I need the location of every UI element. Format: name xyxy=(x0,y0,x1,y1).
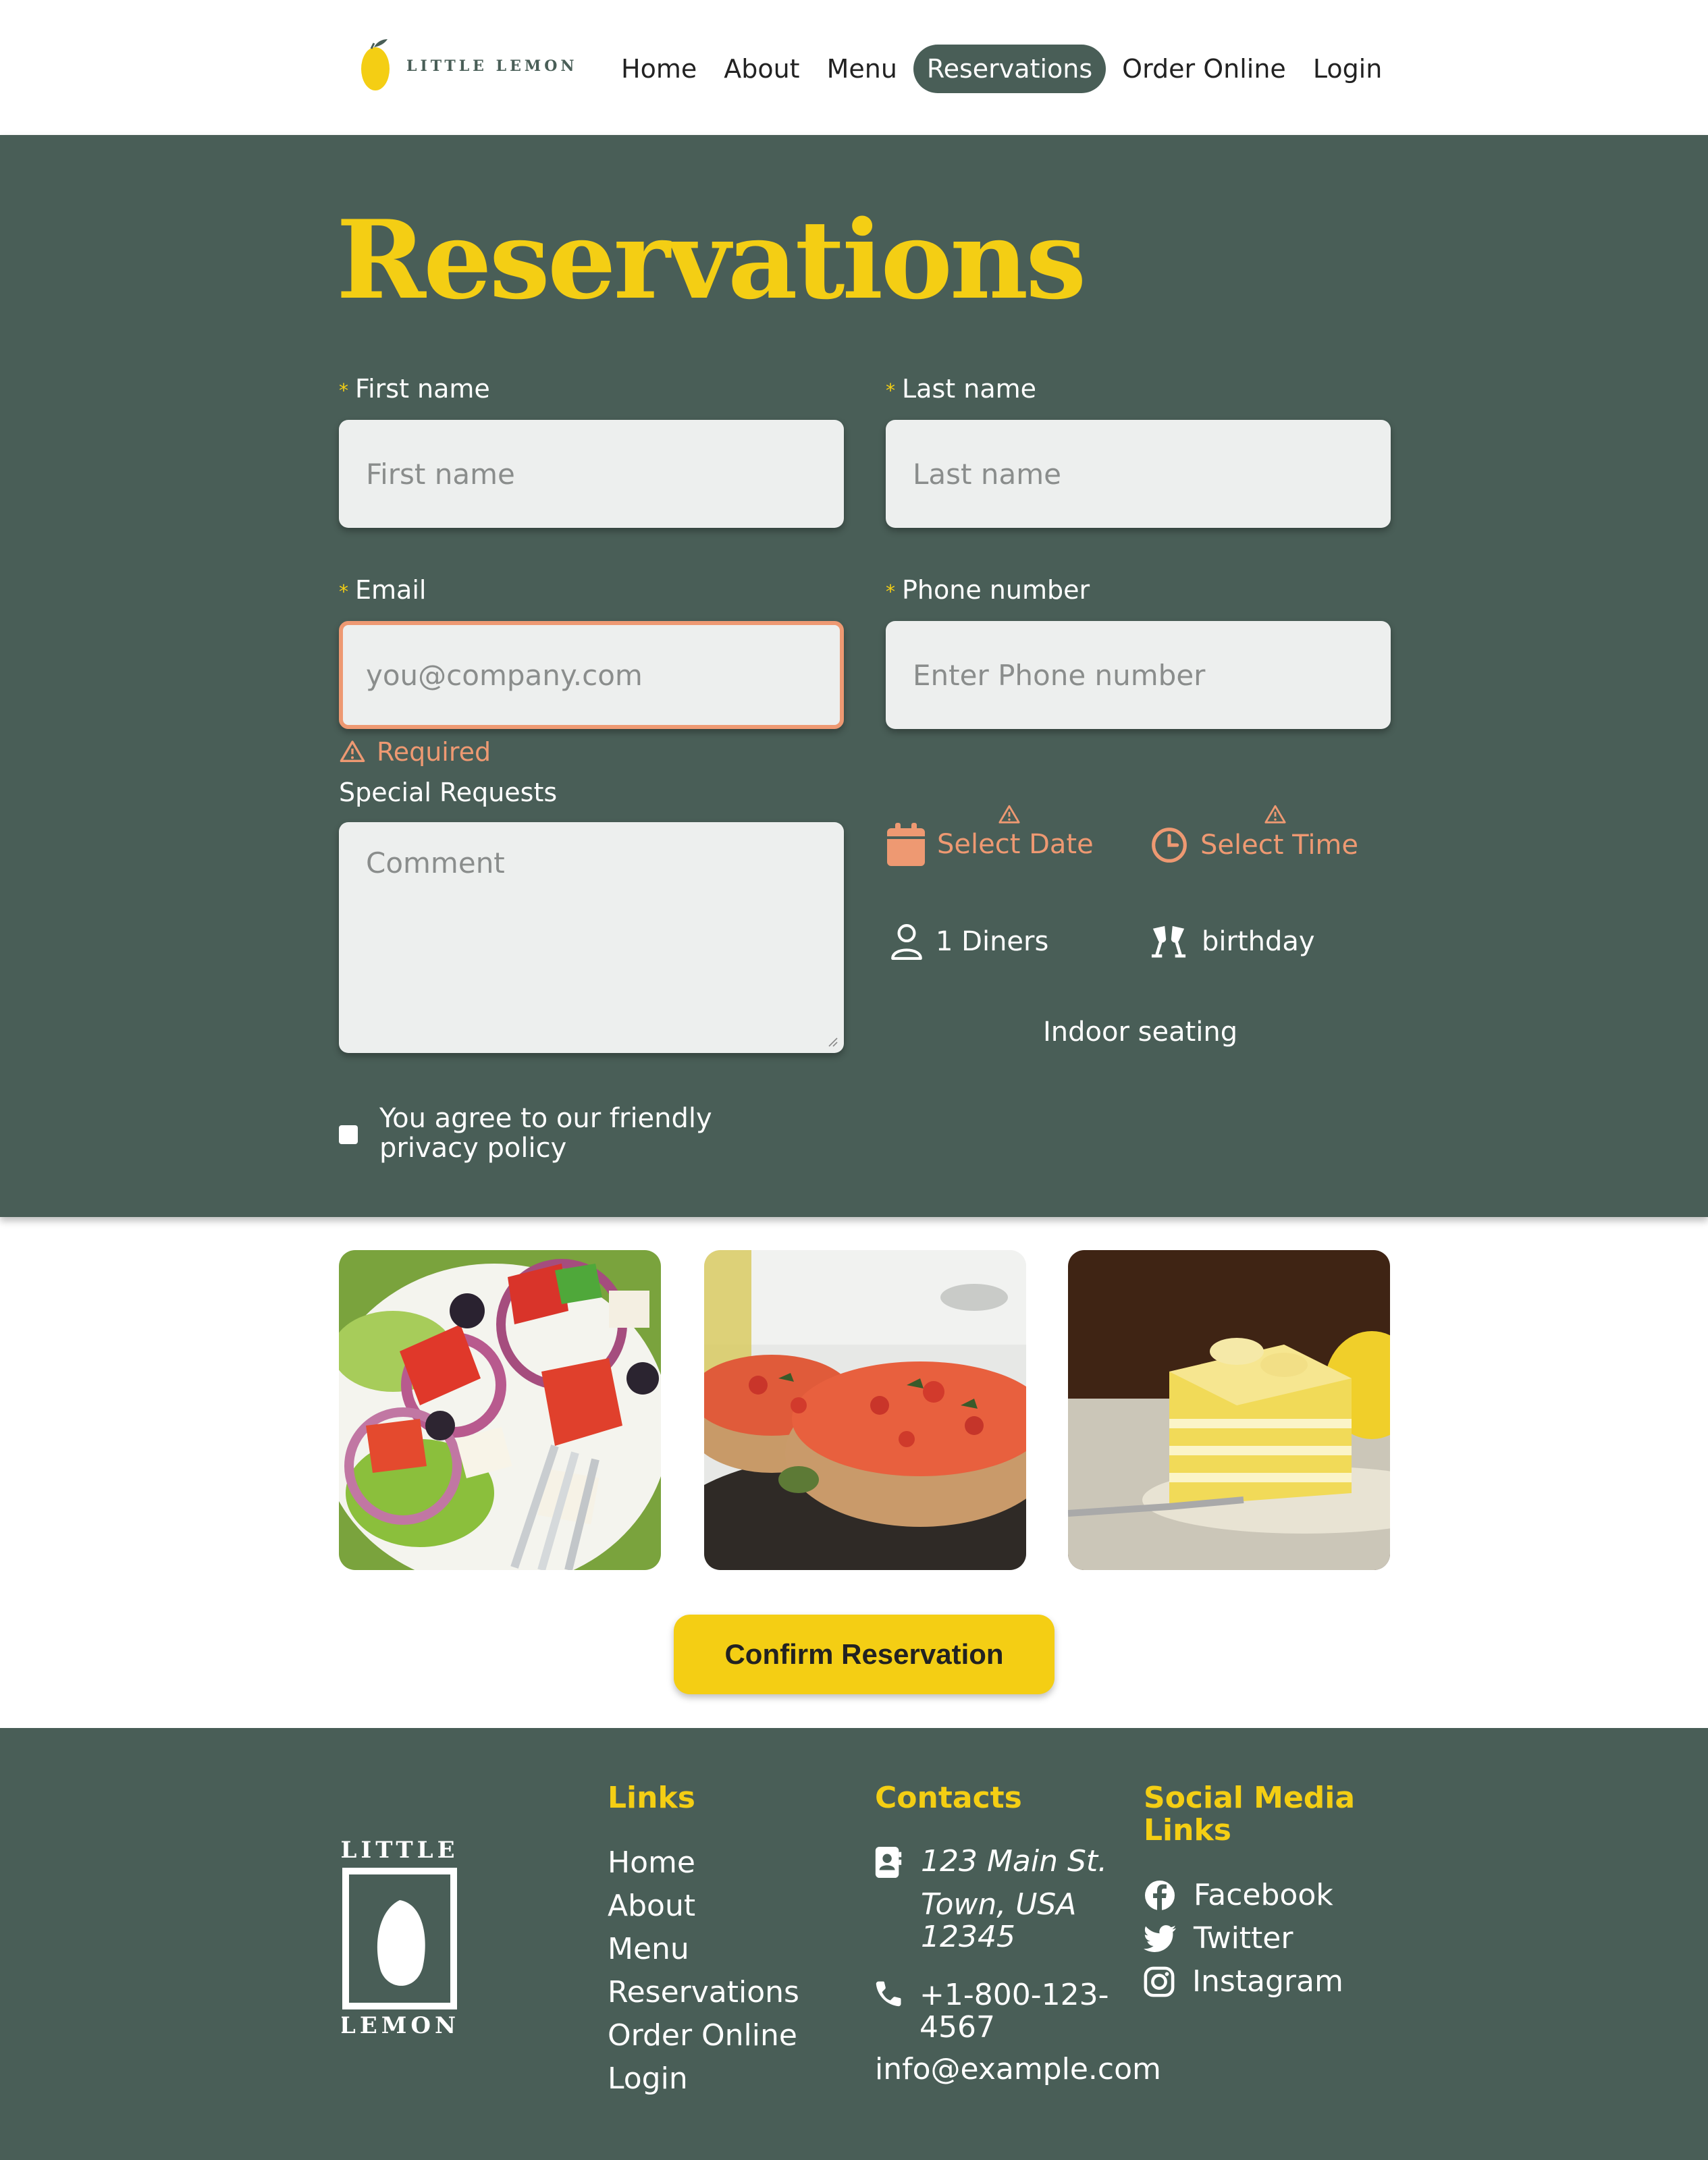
footer-phone[interactable]: +1-800-123- 4567 xyxy=(919,1979,1109,2044)
footer-social-facebook[interactable]: Facebook xyxy=(1144,1878,1333,1912)
email-label: * Email xyxy=(339,575,426,605)
lemon-icon xyxy=(361,39,390,90)
email-error: Required xyxy=(339,737,491,767)
footer-email[interactable]: info@example.com xyxy=(875,2053,1161,2086)
last-name-input[interactable] xyxy=(886,420,1391,528)
clock-icon xyxy=(1152,828,1187,863)
brand-logo[interactable]: LITTLE LEMON xyxy=(359,36,577,96)
calendar-icon xyxy=(887,823,925,866)
phone-line-2: 4567 xyxy=(919,2010,995,2045)
address-line-3: 12345 xyxy=(921,1920,1015,1954)
footer-link-reservations[interactable]: Reservations xyxy=(608,1975,799,2009)
footer-social-title: Social Media Links xyxy=(1144,1782,1355,1847)
first-name-field xyxy=(339,420,844,528)
phone-label-text: Phone number xyxy=(902,575,1090,605)
phone-line-1: +1-800-123- xyxy=(919,1978,1109,2012)
facebook-icon xyxy=(1145,1880,1175,1910)
footer-logo: LITTLE LEMON xyxy=(342,1837,458,2039)
occasion-selector[interactable]: birthday xyxy=(1148,923,1315,960)
special-requests-textarea[interactable] xyxy=(339,822,844,1053)
twitter-icon xyxy=(1144,1924,1176,1952)
phone-icon xyxy=(876,1981,901,2007)
required-marker: * xyxy=(339,379,348,402)
special-requests-field xyxy=(339,822,844,1053)
privacy-label: You agree to our friendly privacy policy xyxy=(379,1103,712,1164)
footer-contacts-title: Contacts xyxy=(875,1781,1022,1815)
last-name-label: * Last name xyxy=(886,374,1036,404)
last-name-field xyxy=(886,420,1391,528)
nav-item-order-online[interactable]: Order Online xyxy=(1109,45,1300,93)
footer-logo-bottom-text: LEMON xyxy=(342,2012,458,2039)
email-label-text: Email xyxy=(355,575,427,605)
time-picker-label: Select Time xyxy=(1200,830,1359,861)
phone-input[interactable] xyxy=(886,621,1391,729)
first-name-input[interactable] xyxy=(339,420,844,528)
footer-link-about[interactable]: About xyxy=(608,1889,695,1923)
greek-salad-image xyxy=(339,1250,661,1570)
resize-grip-icon[interactable] xyxy=(826,1035,838,1048)
footer-link-menu[interactable]: Menu xyxy=(608,1932,689,1966)
site-footer: LITTLE LEMON Links Home About Menu Reser… xyxy=(0,1728,1708,2160)
instagram-icon xyxy=(1144,1966,1175,1997)
email-error-text: Required xyxy=(377,737,491,767)
first-name-label: * First name xyxy=(339,374,490,404)
footer-social-twitter[interactable]: Twitter xyxy=(1144,1921,1293,1955)
privacy-agreement: You agree to our friendly privacy policy xyxy=(339,1104,811,1163)
address-line-1: 123 Main St. xyxy=(921,1844,1108,1879)
address-book-icon xyxy=(875,1847,902,1878)
confirm-reservation-button[interactable]: Confirm Reservation xyxy=(674,1615,1055,1694)
twitter-label: Twitter xyxy=(1194,1921,1293,1955)
page-title: Reservations xyxy=(336,196,1086,323)
brand-logo-text: LITTLE LEMON xyxy=(406,57,578,75)
footer-social-title-line-2: Links xyxy=(1144,1813,1231,1847)
email-input[interactable] xyxy=(343,625,840,725)
person-icon xyxy=(891,924,922,960)
date-picker[interactable]: Select Date xyxy=(887,822,1094,867)
required-marker: * xyxy=(886,580,895,603)
instagram-label: Instagram xyxy=(1192,1964,1343,1999)
last-name-label-text: Last name xyxy=(902,374,1036,404)
nav-item-reservations[interactable]: Reservations xyxy=(913,45,1106,93)
footer-link-order-online[interactable]: Order Online xyxy=(608,2018,797,2053)
facebook-label: Facebook xyxy=(1194,1878,1333,1912)
required-marker: * xyxy=(886,379,895,402)
footer-social-instagram[interactable]: Instagram xyxy=(1144,1964,1343,1999)
bruschetta-image xyxy=(704,1250,1026,1570)
address-line-2: Town, USA xyxy=(921,1887,1077,1922)
email-field xyxy=(339,621,844,729)
nav-item-menu[interactable]: Menu xyxy=(813,45,911,93)
time-warning-icon xyxy=(1264,805,1286,824)
footer-link-home[interactable]: Home xyxy=(608,1845,695,1880)
reservation-section: Reservations * First name * Last name * Ema… xyxy=(0,135,1708,1217)
special-requests-label: Special Requests xyxy=(339,778,558,807)
diners-selector[interactable]: 1 Diners xyxy=(890,923,1048,960)
privacy-checkbox[interactable] xyxy=(339,1125,358,1144)
warning-icon xyxy=(340,740,365,762)
footer-link-login[interactable]: Login xyxy=(608,2061,688,2096)
date-picker-label: Select Date xyxy=(937,829,1094,860)
phone-label: * Phone number xyxy=(886,575,1090,605)
footer-social-title-line-1: Social Media xyxy=(1144,1781,1356,1815)
seating-selector[interactable]: Indoor seating xyxy=(1043,1017,1237,1048)
site-header: LITTLE LEMON Home About Menu Reservation… xyxy=(0,0,1708,135)
cheers-icon xyxy=(1151,925,1186,958)
nav-item-login[interactable]: Login xyxy=(1300,45,1396,93)
time-picker[interactable]: Select Time xyxy=(1150,826,1358,864)
occasion-label: birthday xyxy=(1202,926,1315,957)
footer-address: 123 Main St. Town, USA 12345 xyxy=(921,1845,1107,1953)
first-name-label-text: First name xyxy=(355,374,490,404)
nav-item-home[interactable]: Home xyxy=(608,45,710,93)
footer-links-title: Links xyxy=(608,1781,695,1815)
phone-field xyxy=(886,621,1391,729)
main-nav: Home About Menu Reservations Order Onlin… xyxy=(608,45,1395,93)
nav-item-about[interactable]: About xyxy=(710,45,813,93)
lemon-cake-image xyxy=(1068,1250,1390,1570)
diners-label: 1 Diners xyxy=(936,926,1049,957)
footer-logo-top-text: LITTLE xyxy=(342,1837,458,1864)
required-marker: * xyxy=(339,580,348,603)
